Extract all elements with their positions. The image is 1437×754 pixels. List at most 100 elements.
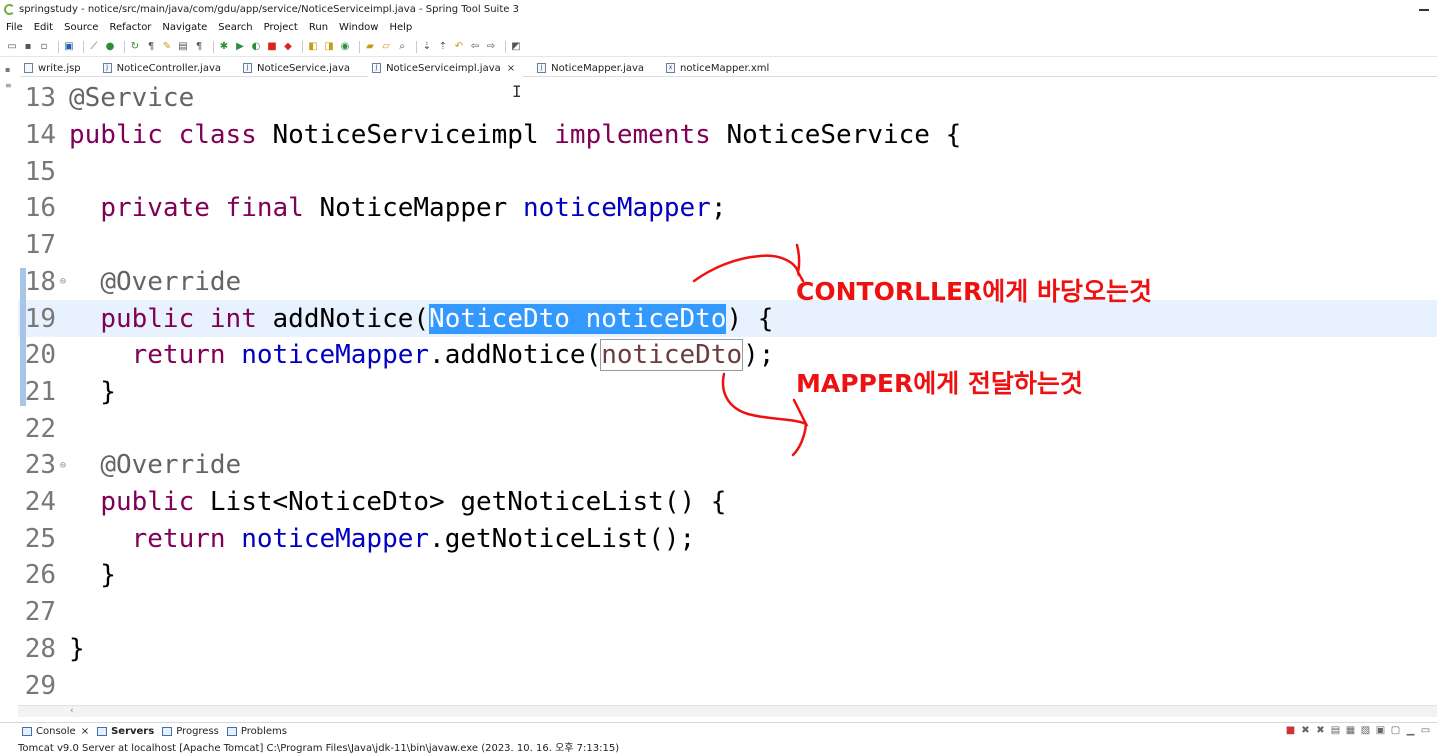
- pin-editor-icon[interactable]: ◩: [510, 41, 522, 53]
- forward-icon[interactable]: ⇨: [485, 41, 497, 53]
- minimize-icon[interactable]: [1419, 9, 1429, 11]
- code-line[interactable]: 15: [18, 153, 1437, 190]
- tab-notice-mapper-xml[interactable]: x noticeMapper.xml: [662, 60, 777, 77]
- skip-breakpoints-icon[interactable]: ⟋: [88, 41, 100, 53]
- code-line[interactable]: 25 return noticeMapper.getNoticeList();: [18, 520, 1437, 557]
- code-line[interactable]: 27: [18, 594, 1437, 631]
- tab-notice-service[interactable]: J NoticeService.java: [239, 60, 358, 77]
- menu-search[interactable]: Search: [218, 22, 252, 33]
- minimize-view-icon[interactable]: ▁: [1405, 725, 1416, 736]
- code-line[interactable]: 13 @Service: [18, 80, 1437, 117]
- display-console-icon[interactable]: ▣: [1375, 725, 1386, 736]
- block-selection-icon[interactable]: ▤: [177, 41, 189, 53]
- code-editor[interactable]: 13 @Service 14 public class NoticeServiceim…: [18, 80, 1437, 705]
- fold-toggle-icon[interactable]: ⊖: [60, 276, 66, 287]
- prev-annotation-icon[interactable]: ⇡: [437, 41, 449, 53]
- open-type-icon[interactable]: ▰: [364, 41, 376, 53]
- code-line[interactable]: 21 }: [18, 374, 1437, 411]
- fold-toggle-icon[interactable]: ⊖: [60, 460, 66, 471]
- controller-note: CONTORLLER에게 바당오는것: [796, 277, 1152, 306]
- code-token: List<NoticeDto> getNoticeList() {: [194, 487, 727, 518]
- code-line[interactable]: 28}: [18, 631, 1437, 668]
- back-icon[interactable]: ⇦: [469, 41, 481, 53]
- menu-window[interactable]: Window: [339, 22, 378, 33]
- new-package-icon[interactable]: ◧: [307, 41, 319, 53]
- new-icon[interactable]: ▭: [6, 41, 18, 53]
- save-icon[interactable]: ▪: [22, 41, 34, 53]
- toggle-mark-icon[interactable]: ¶: [145, 41, 157, 53]
- toolbar-separator: [302, 40, 303, 53]
- tab-write-jsp[interactable]: write.jsp: [20, 60, 89, 77]
- package-explorer-icon[interactable]: ▪: [5, 66, 13, 74]
- remove-launch-icon[interactable]: ✖: [1300, 725, 1311, 736]
- tab-servers[interactable]: Servers: [97, 726, 154, 737]
- code-line[interactable]: 20 return noticeMapper.addNotice(noticeD…: [18, 337, 1437, 374]
- code-line[interactable]: 29: [18, 667, 1437, 704]
- code-line[interactable]: 17: [18, 227, 1437, 264]
- show-whitespace-icon[interactable]: ¶: [193, 41, 205, 53]
- horizontal-scrollbar[interactable]: ‹: [18, 705, 1437, 717]
- problems-icon: [226, 726, 237, 736]
- bottom-view-tabs: Console × Servers Progress Problems: [0, 722, 1437, 739]
- tab-progress[interactable]: Progress: [162, 726, 219, 737]
- scroll-left-icon[interactable]: ‹: [70, 706, 74, 716]
- close-icon[interactable]: ×: [81, 726, 89, 737]
- code-text: }: [60, 634, 85, 664]
- close-icon[interactable]: ×: [507, 63, 515, 74]
- menu-edit[interactable]: Edit: [34, 22, 53, 33]
- menu-navigate[interactable]: Navigate: [162, 22, 207, 33]
- pin-console-icon[interactable]: ▧: [1360, 725, 1371, 736]
- scroll-lock-icon[interactable]: ▤: [1330, 725, 1341, 736]
- menu-source[interactable]: Source: [64, 22, 98, 33]
- code-line[interactable]: 26 }: [18, 557, 1437, 594]
- debug-icon[interactable]: ✱: [218, 41, 230, 53]
- line-number: 24: [24, 487, 56, 518]
- code-line[interactable]: 18 ⊖ @Override: [18, 264, 1437, 301]
- menu-run[interactable]: Run: [309, 22, 328, 33]
- tab-label: Progress: [176, 725, 219, 737]
- coverage-icon[interactable]: ◐: [250, 41, 262, 53]
- menu-refactor[interactable]: Refactor: [109, 22, 151, 33]
- code-line[interactable]: 24 public List<NoticeDto> getNoticeList(…: [18, 484, 1437, 521]
- code-text: public class NoticeServiceimpl implement…: [60, 120, 961, 150]
- jsp-file-icon: [24, 63, 33, 73]
- stop-icon[interactable]: ■: [266, 41, 278, 53]
- menu-project[interactable]: Project: [264, 22, 298, 33]
- last-edit-icon[interactable]: ↶: [453, 41, 465, 53]
- save-all-icon[interactable]: ▫: [38, 41, 50, 53]
- highlight-icon[interactable]: ✎: [161, 41, 173, 53]
- new-spring-icon[interactable]: ◉: [339, 41, 351, 53]
- tab-notice-controller[interactable]: J NoticeController.java: [99, 60, 229, 77]
- code-line[interactable]: 23 ⊖ @Override: [18, 447, 1437, 484]
- code-line[interactable]: 14 public class NoticeServiceimpl impleme…: [18, 117, 1437, 154]
- code-token: }: [69, 633, 85, 664]
- code-line[interactable]: 16 private final NoticeMapper noticeMapp…: [18, 190, 1437, 227]
- line-number: 13: [24, 83, 56, 114]
- tab-problems[interactable]: Problems: [226, 726, 287, 737]
- code-line[interactable]: 19 public int addNotice(NoticeDto notice…: [18, 300, 1437, 337]
- tab-console[interactable]: Console ×: [22, 726, 89, 737]
- maximize-view-icon[interactable]: ▭: [1420, 725, 1431, 736]
- word-wrap-icon[interactable]: ▦: [1345, 725, 1356, 736]
- next-annotation-icon[interactable]: ⇣: [421, 41, 433, 53]
- menu-file[interactable]: File: [6, 22, 23, 33]
- terminal-icon[interactable]: ▣: [63, 41, 75, 53]
- run-icon[interactable]: ▶: [234, 41, 246, 53]
- tab-notice-service-impl[interactable]: J NoticeServiceimpl.java ×: [368, 59, 524, 77]
- new-class-icon[interactable]: ◨: [323, 41, 335, 53]
- outline-icon[interactable]: ≡: [5, 82, 13, 90]
- remove-all-icon[interactable]: ✖: [1315, 725, 1326, 736]
- open-task-icon[interactable]: ▱: [380, 41, 392, 53]
- external-tools-icon[interactable]: ◆: [282, 41, 294, 53]
- search-icon[interactable]: ⌕: [396, 41, 408, 53]
- terminate-icon[interactable]: ■: [1285, 725, 1296, 736]
- left-trim-strip: ▪ ≡: [0, 60, 18, 720]
- refresh-icon[interactable]: ↻: [129, 41, 141, 53]
- menu-help[interactable]: Help: [389, 22, 412, 33]
- tab-notice-mapper[interactable]: J NoticeMapper.java: [533, 60, 652, 77]
- code-line[interactable]: 22: [18, 410, 1437, 447]
- spring-boot-icon[interactable]: ●: [104, 41, 116, 53]
- new-console-icon[interactable]: ▢: [1390, 725, 1401, 736]
